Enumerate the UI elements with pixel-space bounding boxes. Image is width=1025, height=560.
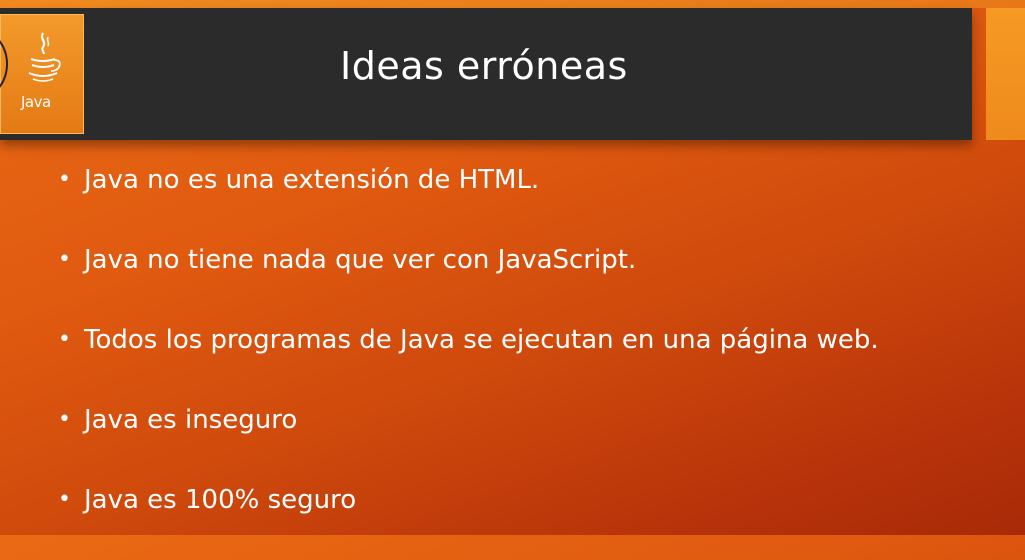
bullet-text: Java no tiene nada que ver con JavaScrip…	[84, 245, 637, 275]
java-logo-text: Java	[21, 93, 51, 111]
slide-title: Ideas erróneas	[340, 44, 628, 88]
bullet-list: • Java no es una extensión de HTML. • Java…	[58, 160, 879, 560]
bullet-dot: •	[58, 327, 71, 352]
bullet-dot: •	[58, 247, 71, 272]
bullet-text: Java es 100% seguro	[84, 485, 357, 515]
right-accent-tab	[986, 8, 1025, 140]
bullet-dot: •	[58, 407, 71, 432]
bullet-text: Todos los programas de Java se ejecutan …	[84, 325, 879, 355]
bullet-item: • Java no es una extensión de HTML.	[58, 160, 879, 240]
bullet-item: • Java es 100% seguro	[58, 480, 879, 560]
top-accent-strip	[0, 0, 1025, 8]
bullet-text: Java no es una extensión de HTML.	[84, 165, 540, 195]
bullet-item: • Java es inseguro	[58, 400, 879, 480]
bullet-dot: •	[58, 167, 71, 192]
java-logo: Java	[0, 14, 84, 134]
bullet-item: • Java no tiene nada que ver con JavaScri…	[58, 240, 879, 320]
bullet-text: Java es inseguro	[84, 405, 298, 435]
bullet-dot: •	[58, 487, 71, 512]
bullet-item: • Todos los programas de Java se ejecutan…	[58, 320, 879, 400]
java-coffee-cup-icon	[28, 32, 61, 82]
